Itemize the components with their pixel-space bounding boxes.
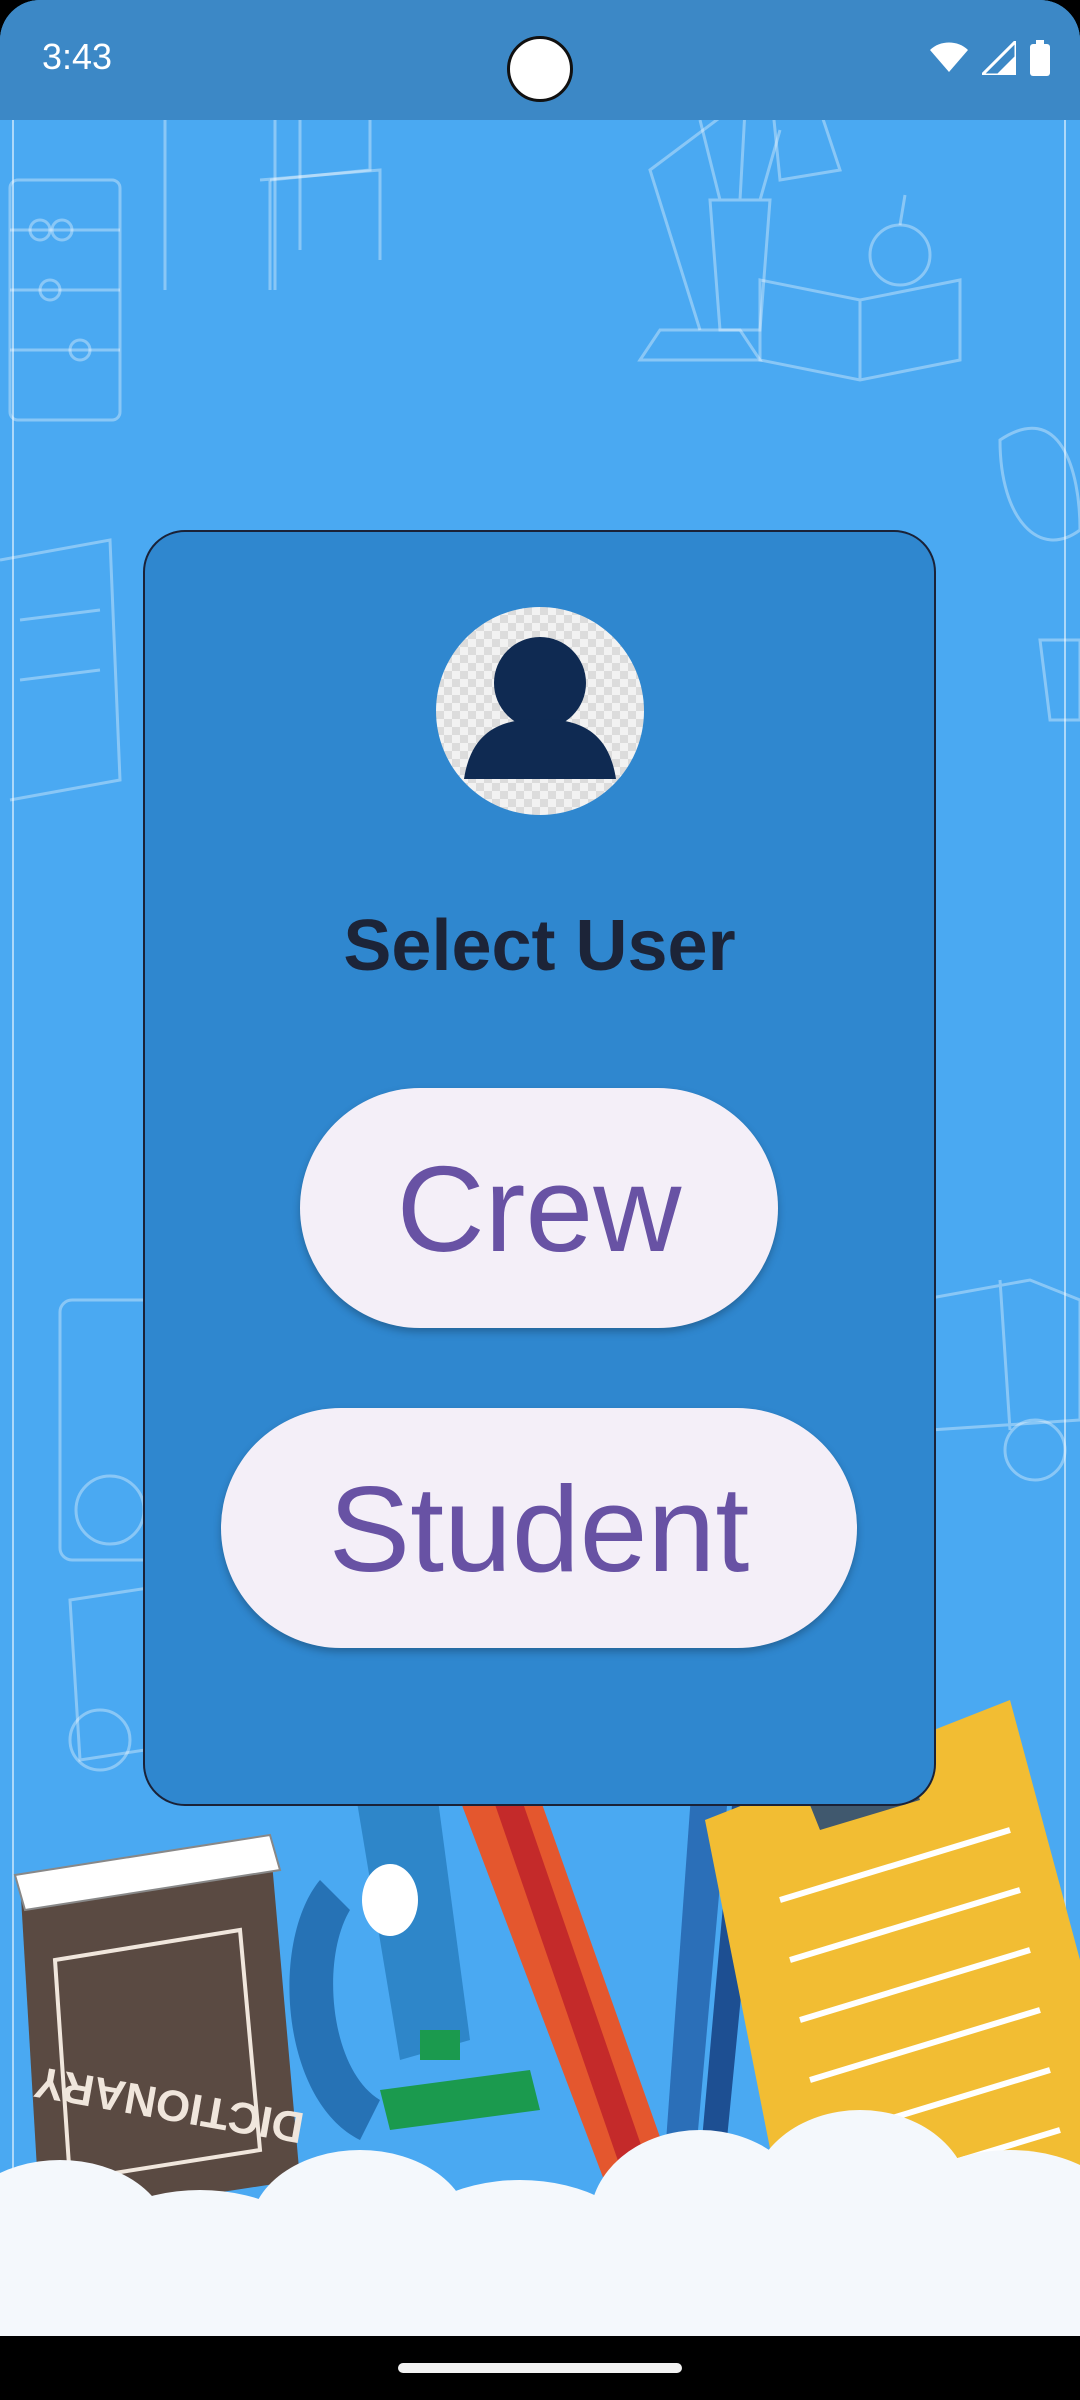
user-avatar	[436, 607, 644, 815]
status-bar: 3:43	[0, 0, 1080, 120]
home-gesture-handle[interactable]	[398, 2363, 682, 2373]
student-button[interactable]: Student	[221, 1408, 857, 1648]
select-user-title: Select User	[343, 906, 736, 986]
status-icons	[930, 38, 1050, 78]
status-time: 3:43	[42, 36, 113, 77]
wifi-icon	[930, 42, 968, 72]
battery-icon	[1030, 40, 1050, 76]
app-screen: DICTIONARY Select User Crew Student 3:43	[0, 0, 1080, 2336]
cell-signal-icon	[982, 41, 1016, 75]
camera-cutout	[507, 36, 573, 102]
user-avatar-icon	[464, 637, 616, 779]
crew-button[interactable]: Crew	[300, 1088, 778, 1328]
